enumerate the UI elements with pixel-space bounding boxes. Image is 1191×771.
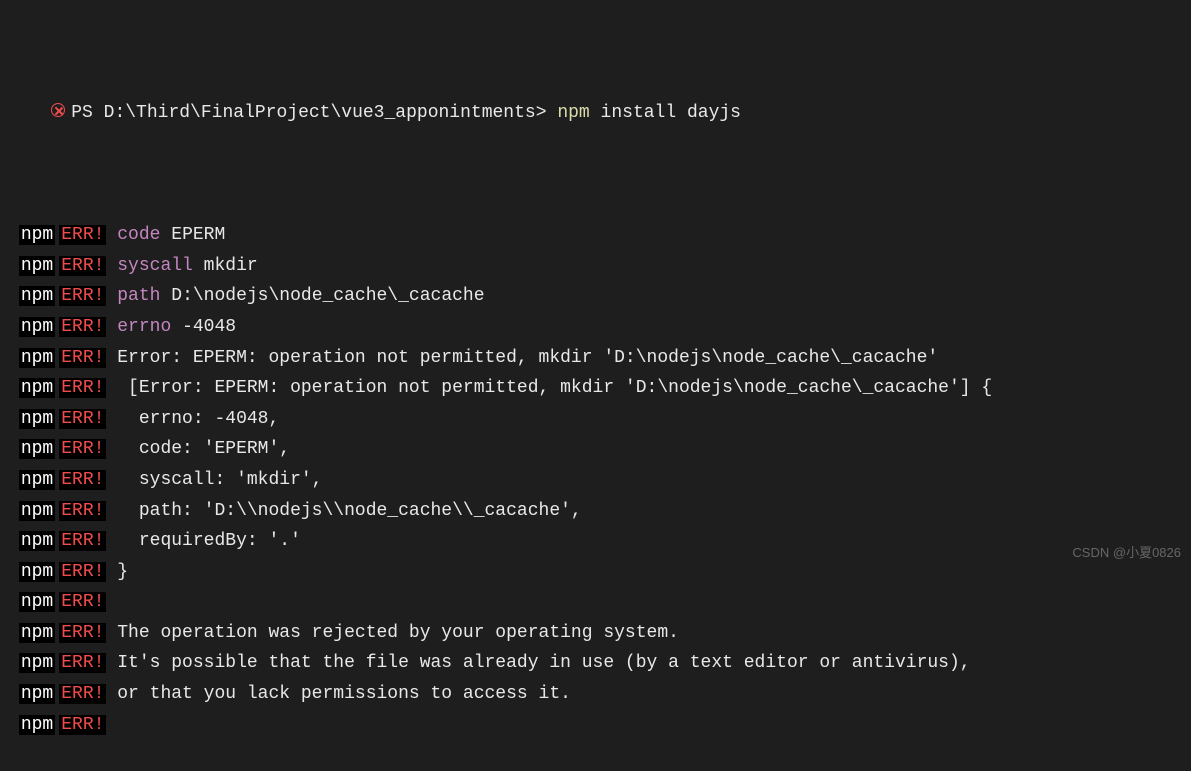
err-tag: ERR!	[59, 501, 106, 521]
err-value: code: 'EPERM',	[117, 439, 290, 459]
prompt-line: PS D:\Third\FinalProject\vue3_apponintme…	[8, 67, 1183, 159]
err-value: D:\nodejs\node_cache\_cacache	[160, 286, 484, 306]
err-tag: ERR!	[59, 348, 106, 368]
err-tag: ERR!	[59, 592, 106, 612]
err-value: -4048	[171, 317, 236, 337]
npm-tag: npm	[19, 225, 55, 245]
terminal-line: npmERR! }	[8, 557, 1183, 588]
terminal-line: npmERR!	[8, 710, 1183, 741]
err-key: code	[117, 225, 160, 245]
err-tag: ERR!	[59, 531, 106, 551]
terminal-line: npmERR! [Error: EPERM: operation not per…	[8, 373, 1183, 404]
err-value: [Error: EPERM: operation not permitted, …	[117, 378, 992, 398]
terminal-line: npmERR!	[8, 587, 1183, 618]
err-tag: ERR!	[59, 225, 106, 245]
err-key: errno	[117, 317, 171, 337]
err-tag: ERR!	[59, 439, 106, 459]
err-tag: ERR!	[59, 623, 106, 643]
err-value: Error: EPERM: operation not permitted, m…	[117, 348, 938, 368]
err-key: path	[117, 286, 160, 306]
npm-tag: npm	[19, 439, 55, 459]
err-tag: ERR!	[59, 470, 106, 490]
err-value: errno: -4048,	[117, 409, 279, 429]
npm-tag: npm	[19, 653, 55, 673]
command-name: npm	[557, 103, 589, 123]
npm-tag: npm	[19, 256, 55, 276]
terminal-line: npmERR! path: 'D:\\nodejs\\node_cache\\_…	[8, 496, 1183, 527]
prompt-path: D:\Third\FinalProject\vue3_apponintments…	[104, 103, 547, 123]
npm-tag: npm	[19, 286, 55, 306]
npm-tag: npm	[19, 623, 55, 643]
err-tag: ERR!	[59, 653, 106, 673]
terminal-output[interactable]: PS D:\Third\FinalProject\vue3_apponintme…	[8, 6, 1183, 771]
err-tag: ERR!	[59, 715, 106, 735]
err-value: The operation was rejected by your opera…	[117, 623, 679, 643]
err-key: syscall	[117, 256, 193, 276]
err-tag: ERR!	[59, 562, 106, 582]
terminal-line: npmERR! requiredBy: '.'	[8, 526, 1183, 557]
terminal-line: npmERR! syscall: 'mkdir',	[8, 465, 1183, 496]
terminal-line: npmERR! It's possible that the file was …	[8, 648, 1183, 679]
err-value: requiredBy: '.'	[117, 531, 301, 551]
npm-tag: npm	[19, 592, 55, 612]
npm-tag: npm	[19, 470, 55, 490]
err-tag: ERR!	[59, 256, 106, 276]
npm-tag: npm	[19, 531, 55, 551]
terminal-line: npmERR! code EPERM	[8, 220, 1183, 251]
terminal-line: npmERR! path D:\nodejs\node_cache\_cacac…	[8, 281, 1183, 312]
command-args: install dayjs	[601, 103, 741, 123]
err-value: or that you lack permissions to access i…	[117, 684, 571, 704]
npm-tag: npm	[19, 562, 55, 582]
err-value: EPERM	[160, 225, 225, 245]
terminal-line: npmERR! Error: EPERM: operation not perm…	[8, 343, 1183, 374]
npm-tag: npm	[19, 684, 55, 704]
terminal-line: npmERR! or that you lack permissions to …	[8, 679, 1183, 710]
err-tag: ERR!	[59, 286, 106, 306]
err-value: path: 'D:\\nodejs\\node_cache\\_cacache'…	[117, 501, 581, 521]
terminal-line: npmERR! syscall mkdir	[8, 251, 1183, 282]
terminal-line: npmERR! code: 'EPERM',	[8, 434, 1183, 465]
err-value: It's possible that the file was already …	[117, 653, 970, 673]
terminal-line: npmERR! The operation was rejected by yo…	[8, 618, 1183, 649]
watermark: CSDN @小夏0826	[1072, 542, 1181, 564]
err-value: mkdir	[193, 256, 258, 276]
prompt-ps: PS	[71, 103, 93, 123]
terminal-line: npmERR! errno -4048	[8, 312, 1183, 343]
npm-tag: npm	[19, 715, 55, 735]
npm-tag: npm	[19, 409, 55, 429]
npm-tag: npm	[19, 317, 55, 337]
error-icon	[51, 103, 65, 117]
err-tag: ERR!	[59, 317, 106, 337]
npm-tag: npm	[19, 501, 55, 521]
npm-tag: npm	[19, 378, 55, 398]
err-tag: ERR!	[59, 409, 106, 429]
err-tag: ERR!	[59, 378, 106, 398]
terminal-line: npmERR! errno: -4048,	[8, 404, 1183, 435]
err-value: syscall: 'mkdir',	[117, 470, 322, 490]
err-value: }	[117, 562, 128, 582]
err-tag: ERR!	[59, 684, 106, 704]
npm-tag: npm	[19, 348, 55, 368]
